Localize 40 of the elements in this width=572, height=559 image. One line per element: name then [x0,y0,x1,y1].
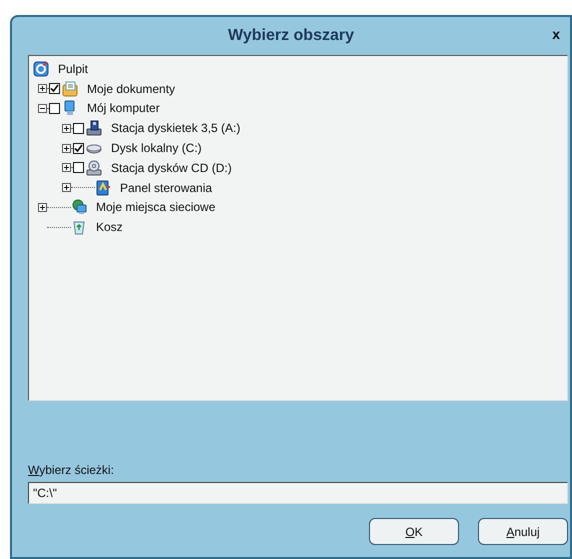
recycle-bin-icon [71,219,87,236]
plus-icon [63,144,70,152]
tree-item[interactable]: Stacja dyskietek 3,5 (A:) [111,119,240,138]
tree-item[interactable]: Panel sterowania [120,178,212,197]
checkbox[interactable] [73,142,84,154]
expander-toggle[interactable] [38,104,47,113]
dialog-button[interactable]: Anuluj [478,518,568,545]
expander-toggle[interactable] [62,183,71,192]
checkbox[interactable] [49,102,60,114]
tree-item[interactable]: Moje dokumenty [87,80,176,98]
plus-icon [63,164,70,172]
desktop-icon [33,60,49,77]
expander-toggle[interactable] [38,84,47,94]
control-panel-icon [95,180,111,196]
plus-icon [63,124,70,132]
tree-item[interactable]: Stacja dysków CD (D:) [111,158,232,177]
plus-icon [39,204,46,211]
tree-item[interactable]: Mój komputer [87,99,160,118]
expander-toggle[interactable] [62,144,71,153]
plus-icon [39,85,46,92]
close-button[interactable]: x [548,27,564,41]
tree-item[interactable]: Kosz [96,218,123,236]
tree-item[interactable]: Pulpit [58,60,88,78]
expander-toggle[interactable] [38,202,47,212]
path-field[interactable]: "C:\" [28,482,568,504]
checkbox[interactable] [73,162,84,174]
checkbox[interactable] [49,83,60,94]
folder-icon [62,80,78,97]
expander-toggle[interactable] [62,124,71,133]
plus-icon [63,184,70,192]
network-icon [71,199,87,216]
path-label: Wybierz ścieżki: [28,462,115,479]
tree-item[interactable]: Dysk lokalny (C:) [111,139,202,158]
checkbox[interactable] [73,122,84,134]
floppy-drive-icon [86,120,102,136]
window-title: Wybierz obszary [228,26,354,46]
expander-toggle[interactable] [62,163,71,172]
dialog-button[interactable]: OK [369,518,459,545]
tree-item[interactable]: Moje miejsca sieciowe [96,198,216,216]
cd-drive-icon [86,160,102,176]
